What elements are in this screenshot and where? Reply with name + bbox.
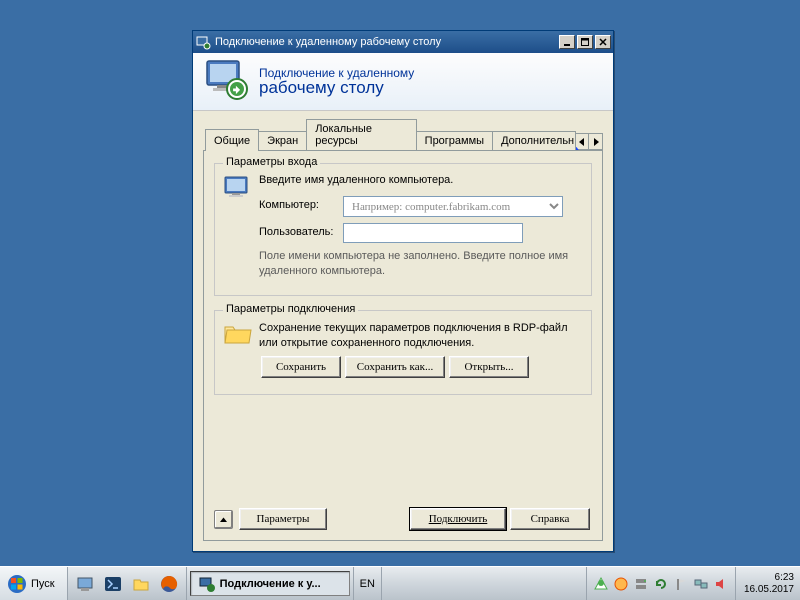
task-rdc-icon (199, 576, 215, 592)
tab-display[interactable]: Экран (258, 131, 307, 150)
titlebar[interactable]: Подключение к удаленному рабочему столу (193, 31, 613, 53)
tab-advanced[interactable]: Дополнительн (492, 131, 576, 150)
conn-group-title: Параметры подключения (223, 303, 358, 315)
user-label: Пользователь: (259, 223, 343, 238)
ql-firefox-icon[interactable] (158, 573, 180, 595)
tray-network-icon[interactable] (693, 576, 709, 592)
tab-programs[interactable]: Программы (416, 131, 493, 150)
header-line2: рабочему столу (259, 78, 414, 98)
user-input[interactable] (343, 223, 523, 243)
computer-small-icon (223, 174, 259, 207)
app-icon (195, 34, 211, 50)
ql-powershell-icon[interactable] (102, 573, 124, 595)
close-button[interactable] (595, 35, 611, 49)
clock[interactable]: 6:23 16.05.2017 (735, 567, 800, 600)
login-group-title: Параметры входа (223, 156, 320, 168)
connect-button[interactable]: Подключить (410, 508, 506, 530)
taskbar: Пуск Подключение к у... EN 6:23 16.05.20… (0, 566, 800, 600)
start-orb-icon (8, 575, 26, 593)
dialog-header: Подключение к удаленному рабочему столу (193, 53, 613, 111)
computer-label: Компьютер: (259, 196, 343, 211)
tray-network-server-icon[interactable] (633, 576, 649, 592)
rdc-window: Подключение к удаленному рабочему столу … (192, 30, 614, 552)
language-indicator[interactable]: EN (353, 567, 382, 600)
start-button[interactable]: Пуск (0, 567, 68, 600)
monitor-icon (203, 57, 249, 106)
clock-time: 6:23 (775, 572, 794, 584)
tab-general[interactable]: Общие (205, 129, 259, 151)
save-as-button[interactable]: Сохранить как... (345, 356, 445, 378)
collapse-options-icon[interactable] (214, 510, 233, 529)
login-warning: Поле имени компьютера не заполнено. Введ… (259, 249, 583, 279)
ql-explorer-icon[interactable] (130, 573, 152, 595)
window-title: Подключение к удаленному рабочему столу (215, 36, 557, 48)
tray-action-center-icon[interactable] (593, 576, 609, 592)
tab-scroll-right[interactable] (588, 133, 603, 150)
login-instruction: Введите имя удаленного компьютера. (259, 174, 583, 186)
tab-scroll-left[interactable] (574, 133, 589, 150)
maximize-button[interactable] (577, 35, 593, 49)
save-button[interactable]: Сохранить (261, 356, 341, 378)
tray-refresh-icon[interactable] (653, 576, 669, 592)
quick-launch (68, 567, 187, 600)
open-button[interactable]: Открыть... (449, 356, 529, 378)
connection-group: Параметры подключения Сохранение текущих… (214, 310, 592, 396)
clock-date: 16.05.2017 (744, 584, 794, 596)
conn-instruction: Сохранение текущих параметров подключени… (259, 321, 583, 351)
options-button[interactable]: Параметры (239, 508, 327, 530)
taskbar-task-rdc[interactable]: Подключение к у... (190, 571, 350, 596)
folder-icon (223, 321, 259, 350)
minimize-button[interactable] (559, 35, 575, 49)
start-label: Пуск (31, 578, 55, 590)
tab-strip: Общие Экран Локальные ресурсы Программы … (205, 119, 603, 150)
system-tray (586, 567, 735, 600)
tab-local-resources[interactable]: Локальные ресурсы (306, 119, 416, 150)
login-group: Параметры входа Введите имя удаленного к… (214, 163, 592, 296)
tray-sound-icon[interactable] (713, 576, 729, 592)
tray-flag-icon[interactable] (673, 576, 689, 592)
task-rdc-label: Подключение к у... (220, 578, 321, 590)
tab-panel-general: Параметры входа Введите имя удаленного к… (203, 150, 603, 541)
help-button[interactable]: Справка (510, 508, 590, 530)
computer-input[interactable]: Например: computer.fabrikam.com (343, 196, 563, 217)
tray-updates-icon[interactable] (613, 576, 629, 592)
ql-server-manager-icon[interactable] (74, 573, 96, 595)
